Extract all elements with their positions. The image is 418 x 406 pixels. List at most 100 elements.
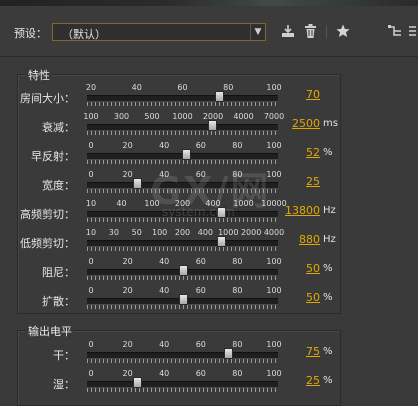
slider-tick-label: 80 (232, 257, 243, 266)
slider-tick-label: 200 (174, 228, 191, 237)
slider-tick-label: 60 (195, 286, 206, 295)
slider-tick-label: 20 (122, 340, 133, 349)
slider-tick-label: 80 (232, 369, 243, 378)
slider-unit: % (323, 375, 333, 386)
routing-icon[interactable] (388, 24, 402, 42)
slider-thumb[interactable] (215, 91, 225, 102)
slider-value[interactable]: 50 (306, 262, 320, 275)
slider-thumb[interactable] (182, 149, 192, 160)
slider-tick-label: 0 (88, 369, 94, 378)
slider-tick-label: 80 (232, 141, 243, 150)
slider-tick-label: 0 (88, 257, 94, 266)
slider-tick-label: 40 (159, 141, 170, 150)
slider-label: 房间大小： (20, 92, 75, 105)
delete-preset-icon[interactable] (304, 24, 317, 42)
slider-tick-marks (87, 247, 278, 251)
slider-tick-label: 400 (197, 228, 214, 237)
slider-row: 房间大小： 20 40 60 80 100 70 (0, 83, 418, 114)
favorite-star-icon[interactable] (336, 24, 350, 42)
slider-track[interactable] (87, 352, 278, 359)
slider-tick-label: 4000 (233, 112, 254, 121)
slider-thumb[interactable] (132, 178, 142, 189)
slider-row: 干： 0 20 40 60 80 100 75% (0, 340, 418, 371)
slider-value[interactable]: 75 (306, 345, 320, 358)
slider-tick-label: 30 (108, 228, 119, 237)
slider-tick-label: 4000 (263, 228, 285, 237)
panel-menu-icon[interactable] (408, 24, 418, 42)
slider-unit: Hz (323, 205, 336, 216)
slider-value[interactable]: 70 (306, 88, 320, 101)
slider-tick-label: 100 (266, 286, 282, 295)
slider-label: 衰减： (42, 121, 75, 134)
slider-unit: Hz (323, 234, 336, 245)
slider-row: 衰减： 100 300 500 1000 2000 4000 7000 2500 ms (0, 112, 418, 143)
slider-tick-label: 100 (151, 228, 168, 237)
slider-tick-marks (87, 305, 278, 309)
slider-thumb[interactable] (216, 236, 226, 247)
slider-row: 湿： 0 20 40 60 80 100 25% (0, 369, 418, 400)
slider-thumb[interactable] (132, 377, 142, 388)
chevron-down-icon: ▼ (250, 24, 265, 40)
slider-unit: ms (323, 118, 338, 129)
slider-tick-marks (87, 359, 278, 363)
save-preset-icon[interactable] (281, 24, 295, 42)
slider-tick-label: 60 (195, 257, 206, 266)
slider-value[interactable]: 25 (306, 175, 320, 188)
slider-thumb[interactable] (224, 348, 234, 359)
slider-label: 高频剪切： (20, 208, 75, 221)
slider-tick-label: 20 (122, 257, 133, 266)
preset-dropdown[interactable]: （默认） ▼ (52, 23, 266, 41)
slider-tick-label: 100 (266, 369, 282, 378)
slider-thumb[interactable] (178, 294, 188, 305)
slider-label: 湿： (53, 378, 75, 391)
slider-tick-label: 60 (195, 340, 206, 349)
preset-toolbar: 预设： （默认） ▼ (0, 6, 418, 57)
slider-tick-label: 1000 (172, 112, 193, 121)
slider-label: 低频剪切： (20, 237, 75, 250)
slider-value[interactable]: 25 (306, 374, 320, 387)
slider-tick-label: 20 (122, 141, 133, 150)
slider-track[interactable] (87, 95, 278, 102)
slider-tick-marks (87, 276, 278, 280)
slider-tick-label: 50 (131, 228, 142, 237)
slider-tick-label: 60 (195, 369, 206, 378)
slider-unit: % (323, 263, 333, 274)
slider-row: 扩散： 0 20 40 60 80 100 50% (0, 286, 418, 317)
slider-value[interactable]: 52 (306, 146, 320, 159)
slider-value[interactable]: 2500 (292, 117, 320, 130)
slider-track[interactable] (87, 381, 278, 388)
slider-tick-label: 0 (88, 340, 94, 349)
slider-thumb[interactable] (207, 120, 217, 131)
slider-tick-label: 7000 (263, 112, 285, 121)
slider-value[interactable]: 13800 (285, 204, 320, 217)
slider-tick-marks (87, 102, 278, 106)
character-group-title: 特性 (26, 67, 52, 83)
slider-label: 宽度： (42, 179, 75, 192)
slider-tick-label: 300 (113, 112, 130, 121)
slider-tick-marks (87, 131, 278, 135)
slider-unit: % (323, 147, 333, 158)
slider-value[interactable]: 880 (299, 233, 320, 246)
slider-tick-label: 40 (159, 286, 170, 295)
slider-row: 阻尼： 0 20 40 60 80 100 50% (0, 257, 418, 288)
slider-track[interactable] (87, 124, 278, 131)
slider-tick-label: 100 (83, 112, 99, 121)
slider-tick-label: 60 (195, 141, 206, 150)
slider-tick-label: 100 (266, 141, 282, 150)
slider-tick-label: 40 (116, 199, 127, 208)
slider-tick-label: 80 (223, 83, 234, 92)
preset-dropdown-value: （默认） (62, 28, 106, 41)
slider-label: 早反射： (31, 150, 75, 163)
slider-label: 阻尼： (42, 266, 75, 279)
slider-value[interactable]: 50 (306, 291, 320, 304)
watermark-text: system.com (162, 205, 235, 219)
slider-tick-label: 100 (266, 340, 282, 349)
slider-unit: % (323, 292, 333, 303)
slider-tick-marks (87, 388, 278, 392)
slider-track[interactable] (87, 240, 278, 247)
slider-thumb[interactable] (178, 265, 188, 276)
slider-tick-label: 100 (266, 257, 282, 266)
slider-tick-label: 2000 (240, 228, 262, 237)
slider-tick-label: 100 (266, 83, 282, 92)
slider-tick-label: 40 (159, 340, 170, 349)
